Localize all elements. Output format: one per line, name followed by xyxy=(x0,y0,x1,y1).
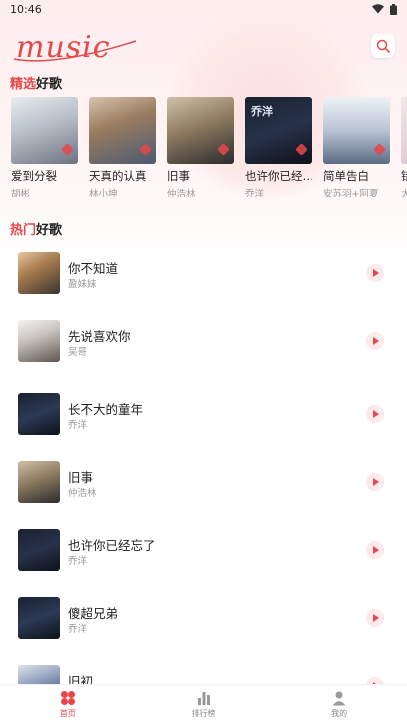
song-cover xyxy=(18,320,60,362)
song-cover xyxy=(18,393,60,435)
heart-icon xyxy=(139,143,152,156)
search-icon xyxy=(376,39,390,53)
album-cover xyxy=(167,97,234,164)
song-row[interactable]: 你不知道 盈妹妹 xyxy=(0,243,407,303)
featured-card[interactable]: 简单告白 安苏羽+阿夏 xyxy=(323,97,390,197)
search-button[interactable] xyxy=(371,34,395,58)
nav-item-mine[interactable]: 我的 xyxy=(271,685,407,724)
featured-card[interactable]: 错 大 xyxy=(401,97,407,197)
song-row[interactable]: 傻超兄弟 乔洋 xyxy=(0,588,407,648)
play-button[interactable] xyxy=(366,332,384,350)
featured-section-title: 精选好歌 xyxy=(10,77,63,92)
cover-lettering: 乔洋 xyxy=(251,105,273,118)
nav-item-charts[interactable]: 排行榜 xyxy=(136,685,272,724)
song-row[interactable]: 先说喜欢你 吴哥 xyxy=(0,311,407,371)
play-button[interactable] xyxy=(366,541,384,559)
heart-icon xyxy=(373,143,386,156)
play-button[interactable] xyxy=(366,609,384,627)
battery-icon xyxy=(390,3,397,15)
featured-card[interactable]: 爱到分裂 胡彬 xyxy=(11,97,78,197)
album-cover xyxy=(323,97,390,164)
featured-card[interactable]: 乔洋 也许你已经… 乔洋 xyxy=(245,97,312,197)
hot-section-title: 热门好歌 xyxy=(10,223,63,238)
svg-text:music: music xyxy=(16,30,111,65)
song-cover xyxy=(18,252,60,294)
wifi-icon xyxy=(372,4,384,14)
album-cover xyxy=(401,97,407,164)
play-button[interactable] xyxy=(366,405,384,423)
app-logo: music xyxy=(13,27,139,73)
song-row[interactable]: 长不大的童年 乔洋 xyxy=(0,384,407,444)
nav-item-home[interactable]: 首页 xyxy=(0,685,136,724)
album-cover: 乔洋 xyxy=(245,97,312,164)
song-cover xyxy=(18,529,60,571)
featured-carousel[interactable]: 爱到分裂 胡彬 天真的认真 林小坤 旧事 仲浩林 乔洋 也许你已经… 乔洋 简单… xyxy=(11,97,407,197)
home-grid-icon xyxy=(60,691,75,705)
heart-icon xyxy=(217,143,230,156)
song-cover xyxy=(18,597,60,639)
featured-card[interactable]: 旧事 仲浩林 xyxy=(167,97,234,197)
album-cover xyxy=(89,97,156,164)
status-time: 10:46 xyxy=(10,2,42,16)
user-icon xyxy=(332,691,346,706)
heart-icon xyxy=(61,143,74,156)
song-cover xyxy=(18,461,60,503)
bottom-navigation: 首页 排行榜 我的 xyxy=(0,684,407,724)
song-row[interactable]: 旧事 仲浩林 xyxy=(0,452,407,512)
featured-card[interactable]: 天真的认真 林小坤 xyxy=(89,97,156,197)
play-button[interactable] xyxy=(366,473,384,491)
heart-icon xyxy=(295,143,308,156)
album-cover xyxy=(11,97,78,164)
bar-chart-icon xyxy=(197,692,210,705)
play-button[interactable] xyxy=(366,264,384,282)
song-row[interactable]: 也许你已经忘了 乔洋 xyxy=(0,520,407,580)
status-bar: 10:46 xyxy=(0,0,407,18)
